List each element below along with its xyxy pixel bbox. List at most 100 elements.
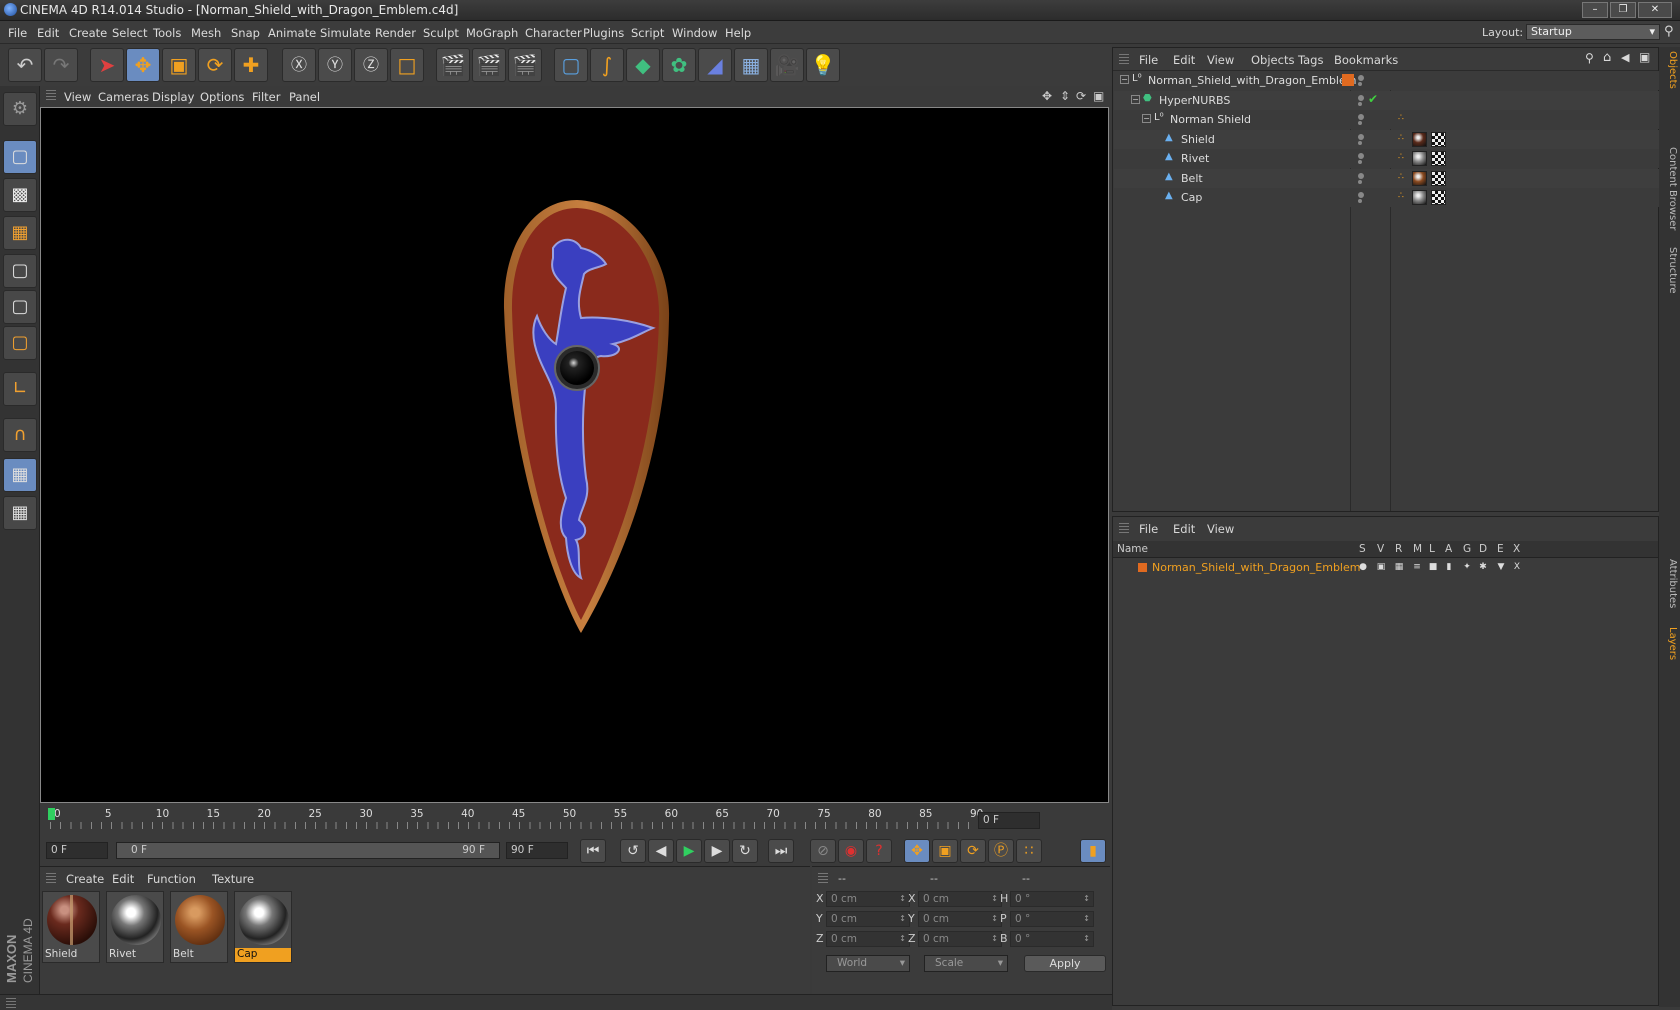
y-axis-button[interactable]: Ⓨ (318, 48, 352, 82)
object-menu-view[interactable]: View (1207, 53, 1234, 67)
layer-column-name[interactable]: Name (1117, 543, 1148, 555)
z-axis-button[interactable]: Ⓩ (354, 48, 388, 82)
layer-row[interactable]: Norman_Shield_with_Dragon_Emblem ● ▣ ▦ ≡ ■ ▮ ✦ ✱… (1114, 559, 1659, 576)
material-belt[interactable]: Belt (170, 891, 228, 963)
object-row-rivet[interactable]: ▲ Rivet ∴ (1114, 149, 1659, 168)
editor-visibility-dot[interactable] (1358, 75, 1364, 81)
object-menu-bookmarks[interactable]: Bookmarks (1334, 53, 1398, 67)
edges-mode-button[interactable]: ▢ (3, 290, 37, 324)
editor-visibility-dot[interactable] (1358, 192, 1364, 198)
layer-solo-icon[interactable]: ● (1358, 562, 1368, 572)
object-menu-edit[interactable]: Edit (1173, 53, 1195, 67)
layer-column-g[interactable]: G (1463, 543, 1471, 555)
stepper-icon[interactable]: ↕ (991, 912, 998, 926)
uvw-tag-icon[interactable] (1431, 131, 1446, 147)
layer-xref-icon[interactable]: X (1512, 562, 1522, 572)
menu-render[interactable]: Render (375, 26, 416, 40)
material-tag-icon[interactable] (1412, 170, 1427, 186)
layer-menu-view[interactable]: View (1207, 522, 1234, 536)
deformer-button[interactable]: ◢ (698, 48, 732, 82)
stepper-icon[interactable]: ↕ (1083, 892, 1090, 906)
layer-generators-icon[interactable]: ✦ (1462, 562, 1472, 572)
expand-toggle-icon[interactable] (1153, 153, 1162, 162)
record-keys-button[interactable]: ⊘ (810, 839, 836, 863)
transform-mode-select[interactable]: Scale ▾ (924, 955, 1008, 972)
menu-create[interactable]: Create (69, 26, 107, 40)
phong-tag-icon[interactable]: ∴ (1398, 113, 1409, 124)
layer-expressions-icon[interactable]: ▼ (1496, 562, 1506, 572)
editor-visibility-dot[interactable] (1358, 94, 1364, 101)
make-editable-button[interactable]: ⚙ (3, 92, 37, 126)
layout-select[interactable]: Startup ▾ (1526, 24, 1660, 40)
stepper-icon[interactable]: ↕ (991, 932, 998, 946)
cube-button[interactable]: ▢ (554, 48, 588, 82)
collapse-icon[interactable]: ◀ (1621, 51, 1629, 64)
viewport-menu-filter[interactable]: Filter (252, 90, 280, 104)
uvw-tag-icon[interactable] (1431, 151, 1446, 166)
phong-tag-icon[interactable]: ∴ (1398, 191, 1409, 202)
light-button[interactable]: 💡 (806, 48, 840, 82)
coord-value-field[interactable]: 0 ° ↕ (1010, 911, 1094, 927)
material-tag-icon[interactable] (1412, 190, 1427, 205)
object-row-shield[interactable]: ▲ Shield ∴ (1114, 129, 1659, 149)
viewport-menu-options[interactable]: Options (200, 90, 244, 104)
home-icon[interactable]: ⌂ (1603, 50, 1611, 65)
model-mode-button[interactable]: ▢ (3, 140, 37, 174)
render-visibility-dot[interactable] (1358, 199, 1362, 203)
viewport-menu-cameras[interactable]: Cameras (98, 90, 149, 104)
editor-visibility-dot[interactable] (1358, 114, 1364, 120)
uvw-tag-icon[interactable] (1431, 190, 1446, 205)
layer-animation-icon[interactable]: ▮ (1444, 562, 1454, 572)
material-cap[interactable]: Cap (234, 891, 292, 963)
material-menu-texture[interactable]: Texture (212, 872, 254, 886)
menu-sculpt[interactable]: Sculpt (423, 26, 459, 40)
playhead[interactable] (48, 808, 55, 820)
editor-visibility-dot[interactable] (1358, 133, 1364, 140)
render-visibility-dot[interactable] (1358, 160, 1362, 164)
expand-toggle-icon[interactable] (1153, 173, 1162, 182)
viewport-menu-view[interactable]: View (64, 90, 91, 104)
axis-mode-button[interactable]: ∟ (3, 372, 37, 406)
timeline-ruler[interactable]: 0 5 10 15 20 25 30 35 40 45 50 55 60 65 70 75 80 85 90 0 F (40, 806, 1110, 836)
next-frame-button[interactable]: ▶ (704, 839, 730, 863)
workplane-mode-button[interactable]: ▦ (3, 216, 37, 250)
material-tag-icon[interactable] (1412, 131, 1427, 147)
points-mode-button[interactable]: ▢ (3, 254, 37, 288)
phong-tag-icon[interactable]: ∴ (1398, 172, 1409, 183)
close-button[interactable]: ✕ (1638, 2, 1672, 18)
search-icon[interactable]: ⚲ (1585, 51, 1594, 65)
stepper-icon[interactable]: ↕ (899, 892, 906, 906)
render-visibility-dot[interactable] (1358, 179, 1362, 184)
coord-value-field[interactable]: 0 cm ↕ (918, 931, 1002, 947)
menu-window[interactable]: Window (672, 26, 717, 40)
menu-file[interactable]: File (8, 26, 27, 40)
layer-manager-icon[interactable]: ≡ (1412, 562, 1422, 572)
apply-button[interactable]: Apply (1024, 955, 1106, 972)
next-key-button[interactable]: ↻ (732, 839, 758, 863)
object-menu-file[interactable]: File (1139, 53, 1158, 67)
layer-column-l[interactable]: L (1429, 543, 1435, 555)
restore-button[interactable]: ❐ (1610, 2, 1636, 18)
coord-value-field[interactable]: 0 cm ↕ (826, 931, 910, 947)
pan-view-icon[interactable]: ✥ (1042, 89, 1052, 103)
object-menu-objects[interactable]: Objects (1251, 53, 1294, 67)
layer-deformers-icon[interactable]: ✱ (1478, 562, 1488, 572)
layer-column-d[interactable]: D (1479, 543, 1487, 555)
layer-color-swatch[interactable] (1138, 563, 1147, 572)
locked-workplane-button[interactable]: ▦ (3, 496, 37, 530)
texture-mode-button[interactable]: ▩ (3, 178, 37, 212)
end-frame-field[interactable]: 90 F (506, 842, 568, 859)
uvw-tag-icon[interactable] (1431, 170, 1446, 186)
redo-button[interactable]: ↷ (44, 48, 78, 82)
menu-mograph[interactable]: MoGraph (466, 26, 518, 40)
rotate-view-icon[interactable]: ⟳ (1076, 89, 1086, 103)
undo-button[interactable]: ↶ (8, 48, 42, 82)
menu-tools[interactable]: Tools (153, 26, 181, 40)
render-view-button[interactable]: 🎬 (436, 48, 470, 82)
object-menu-tags[interactable]: Tags (1298, 53, 1323, 67)
material-tag-icon[interactable] (1412, 151, 1427, 166)
layer-visible-icon[interactable]: ▣ (1376, 562, 1386, 572)
go-to-end-button[interactable]: ⏭ (768, 839, 794, 863)
minimize-button[interactable]: – (1582, 2, 1608, 18)
coord-value-field[interactable]: 0 cm ↕ (826, 911, 910, 927)
